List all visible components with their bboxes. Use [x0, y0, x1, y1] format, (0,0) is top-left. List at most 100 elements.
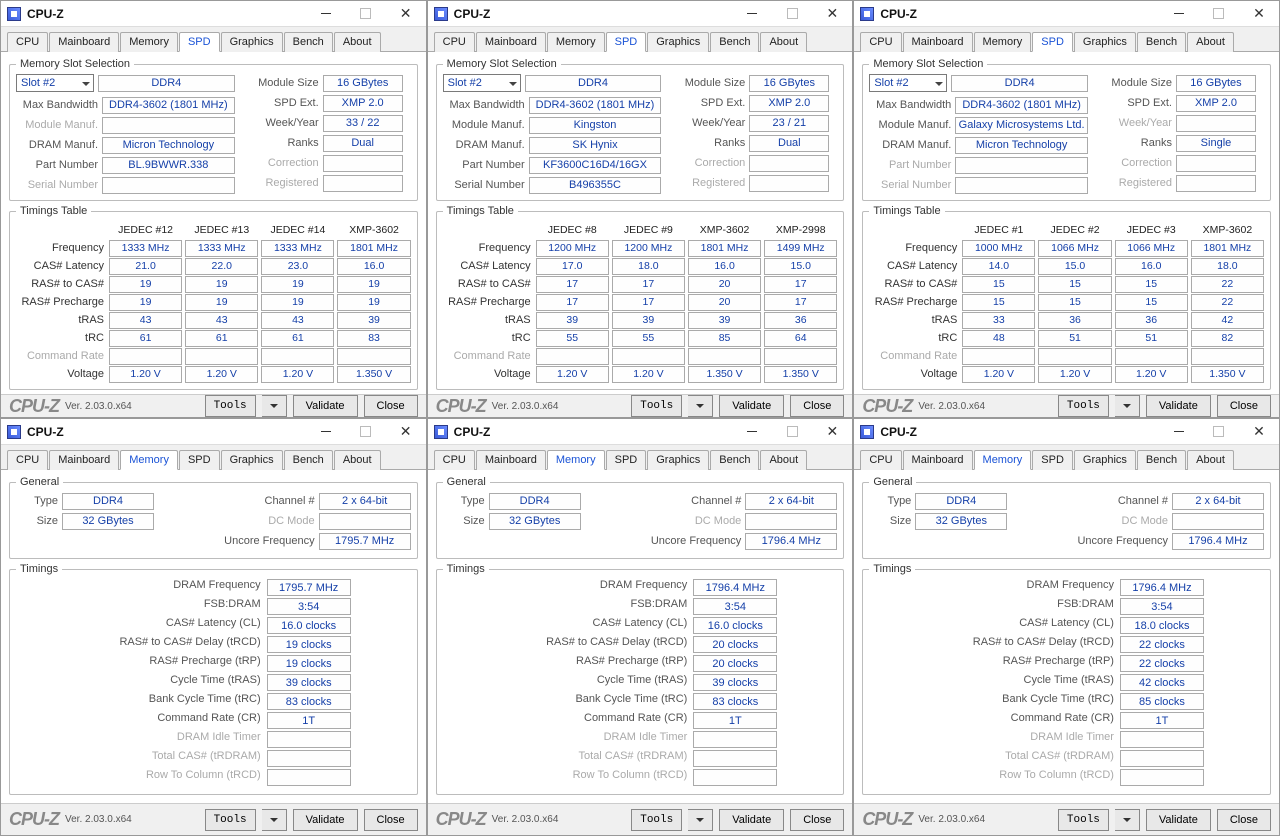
tab-about[interactable]: About — [334, 450, 381, 470]
tab-cpu[interactable]: CPU — [860, 450, 901, 470]
min-button[interactable] — [732, 419, 772, 445]
max-button[interactable] — [1199, 419, 1239, 445]
tab-about[interactable]: About — [1187, 450, 1234, 470]
slot-select[interactable]: Slot #2 — [443, 74, 521, 92]
slot-select[interactable]: Slot #2 — [869, 74, 947, 92]
max-button[interactable] — [346, 419, 386, 445]
tab-graphics[interactable]: Graphics — [647, 32, 709, 52]
tools-dropdown[interactable] — [1115, 395, 1140, 417]
tab-spd[interactable]: SPD — [179, 32, 220, 52]
close-button[interactable]: Close — [364, 809, 418, 831]
tab-cpu[interactable]: CPU — [434, 450, 475, 470]
week-year-value: 23 / 21 — [749, 115, 829, 132]
tools-button[interactable]: Tools — [1058, 395, 1109, 417]
tab-graphics[interactable]: Graphics — [1074, 450, 1136, 470]
close-button[interactable]: Close — [790, 395, 844, 417]
min-button[interactable] — [1159, 419, 1199, 445]
close-button[interactable]: Close — [1217, 395, 1271, 417]
timing-cell — [261, 348, 334, 365]
tab-spd[interactable]: SPD — [606, 32, 647, 52]
timing-cell: 16.0 — [1115, 258, 1188, 275]
timing-cell: 16.0 — [688, 258, 761, 275]
tools-dropdown[interactable] — [688, 395, 713, 417]
tools-dropdown[interactable] — [1115, 809, 1140, 831]
close-button[interactable]: Close — [364, 395, 418, 417]
tab-memory[interactable]: Memory — [547, 450, 605, 470]
tab-mainboard[interactable]: Mainboard — [476, 450, 546, 470]
validate-button[interactable]: Validate — [719, 395, 784, 417]
tab-graphics[interactable]: Graphics — [221, 450, 283, 470]
close-button[interactable] — [386, 1, 426, 27]
tab-memory[interactable]: Memory — [120, 32, 178, 52]
timing-cell: 20 — [688, 276, 761, 293]
tab-mainboard[interactable]: Mainboard — [49, 32, 119, 52]
slot-select[interactable]: Slot #2 — [16, 74, 94, 92]
tab-bench[interactable]: Bench — [284, 450, 333, 470]
tab-about[interactable]: About — [334, 32, 381, 52]
tab-graphics[interactable]: Graphics — [647, 450, 709, 470]
validate-button[interactable]: Validate — [293, 809, 358, 831]
tab-memory[interactable]: Memory — [120, 450, 178, 470]
validate-button[interactable]: Validate — [1146, 395, 1211, 417]
tab-memory[interactable]: Memory — [974, 32, 1032, 52]
validate-button[interactable]: Validate — [293, 395, 358, 417]
validate-button[interactable]: Validate — [719, 809, 784, 831]
tab-mainboard[interactable]: Mainboard — [903, 450, 973, 470]
min-button[interactable] — [306, 419, 346, 445]
tools-dropdown[interactable] — [688, 809, 713, 831]
min-button[interactable] — [732, 1, 772, 27]
close-button[interactable] — [386, 419, 426, 445]
tab-about[interactable]: About — [1187, 32, 1234, 52]
timing-cell: 21.0 — [109, 258, 182, 275]
tab-bench[interactable]: Bench — [1137, 32, 1186, 52]
tab-spd[interactable]: SPD — [1032, 450, 1073, 470]
tab-bench[interactable]: Bench — [710, 450, 759, 470]
tab-about[interactable]: About — [760, 32, 807, 52]
tab-cpu[interactable]: CPU — [7, 450, 48, 470]
tab-memory[interactable]: Memory — [974, 450, 1032, 470]
validate-button[interactable]: Validate — [1146, 809, 1211, 831]
close-button[interactable] — [1239, 1, 1279, 27]
tools-button[interactable]: Tools — [631, 809, 682, 831]
tab-bench[interactable]: Bench — [710, 32, 759, 52]
tab-about[interactable]: About — [760, 450, 807, 470]
tab-bench[interactable]: Bench — [284, 32, 333, 52]
close-button[interactable]: Close — [790, 809, 844, 831]
close-button[interactable] — [1239, 419, 1279, 445]
memory-slot-group: Memory Slot SelectionSlot #2DDR4Max Band… — [9, 58, 418, 201]
tools-button[interactable]: Tools — [1058, 809, 1109, 831]
max-button[interactable] — [772, 1, 812, 27]
tools-button[interactable]: Tools — [631, 395, 682, 417]
mem-timing-value — [693, 769, 777, 786]
tab-mainboard[interactable]: Mainboard — [49, 450, 119, 470]
timing-cell: 15.0 — [764, 258, 837, 275]
tab-graphics[interactable]: Graphics — [221, 32, 283, 52]
close-button[interactable] — [812, 419, 852, 445]
tab-mainboard[interactable]: Mainboard — [476, 32, 546, 52]
dcmode-value — [745, 513, 837, 530]
max-button[interactable] — [772, 419, 812, 445]
tab-memory[interactable]: Memory — [547, 32, 605, 52]
tab-spd[interactable]: SPD — [179, 450, 220, 470]
min-button[interactable] — [1159, 1, 1199, 27]
tab-spd[interactable]: SPD — [606, 450, 647, 470]
close-button[interactable] — [812, 1, 852, 27]
tab-spd[interactable]: SPD — [1032, 32, 1073, 52]
tab-cpu[interactable]: CPU — [434, 32, 475, 52]
tools-dropdown[interactable] — [262, 395, 287, 417]
mem-timing-value — [1120, 731, 1204, 748]
min-button[interactable] — [306, 1, 346, 27]
tab-graphics[interactable]: Graphics — [1074, 32, 1136, 52]
tab-cpu[interactable]: CPU — [7, 32, 48, 52]
mem-timing-value: 16.0 clocks — [267, 617, 351, 634]
tools-button[interactable]: Tools — [205, 395, 256, 417]
max-button[interactable] — [1199, 1, 1239, 27]
tab-bench[interactable]: Bench — [1137, 450, 1186, 470]
max-button[interactable] — [346, 1, 386, 27]
tab-mainboard[interactable]: Mainboard — [903, 32, 973, 52]
tools-button[interactable]: Tools — [205, 809, 256, 831]
tab-cpu[interactable]: CPU — [860, 32, 901, 52]
tools-dropdown[interactable] — [262, 809, 287, 831]
close-button[interactable]: Close — [1217, 809, 1271, 831]
dram-manuf-value: Micron Technology — [955, 137, 1088, 154]
